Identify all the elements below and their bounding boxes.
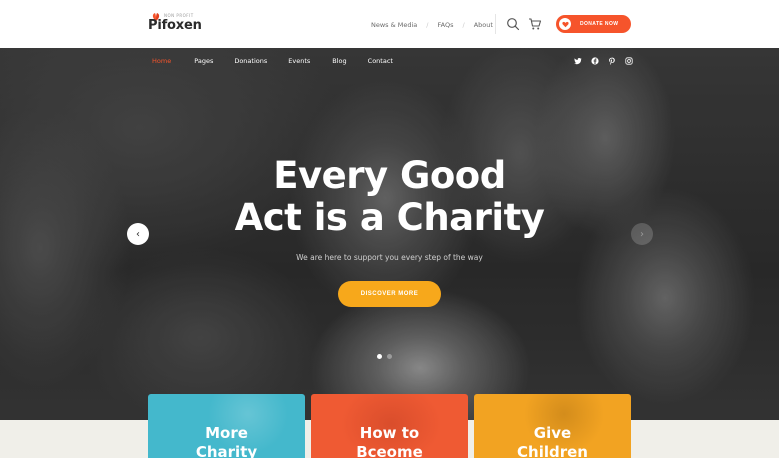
feature-card-more-charity[interactable]: More Charity	[148, 394, 305, 458]
social-links	[574, 57, 633, 65]
hero-subtitle: We are here to support you every step of…	[296, 253, 483, 262]
donate-now-label: DONATE NOW	[580, 21, 619, 27]
slider-next-button[interactable]: ›	[631, 223, 653, 245]
pinterest-icon[interactable]	[608, 57, 616, 65]
top-links: News & Media / FAQs / About	[371, 19, 493, 31]
instagram-icon[interactable]	[625, 57, 633, 65]
slider-dot[interactable]	[387, 354, 392, 359]
nav-item-pages[interactable]: Pages	[194, 57, 213, 65]
hero-title-line-2: Act is a Charity	[234, 196, 545, 239]
toplink-about[interactable]: About	[474, 21, 493, 29]
nav-item-home[interactable]: Home	[152, 57, 171, 65]
logo-wordmark: Pifoxen	[148, 18, 202, 33]
top-header: NON PROFIT Pifoxen News & Media / FAQs /…	[0, 0, 779, 48]
twitter-icon[interactable]	[574, 57, 582, 65]
toplink-separator: /	[462, 21, 465, 29]
toplink-separator: /	[426, 21, 429, 29]
chevron-right-icon: ›	[640, 228, 644, 240]
card-title-line-1: More	[205, 424, 248, 442]
nav-item-contact[interactable]: Contact	[368, 57, 393, 65]
discover-more-button[interactable]: DISCOVER MORE	[338, 281, 441, 307]
hero-slider: Home Pages Donations Events Blog Contact…	[0, 48, 779, 420]
nav-item-blog[interactable]: Blog	[332, 57, 346, 65]
slider-pagination	[377, 354, 392, 359]
donate-now-button[interactable]: DONATE NOW	[556, 15, 631, 33]
facebook-icon[interactable]	[591, 57, 599, 65]
cart-icon[interactable]	[528, 17, 542, 31]
card-title-line-2: Children	[517, 443, 588, 458]
main-nav: Home Pages Donations Events Blog Contact	[152, 56, 393, 66]
card-title: More Charity	[148, 424, 305, 458]
card-title-line-1: How to	[359, 424, 420, 442]
hero-title-line-1: Every Good	[273, 154, 506, 197]
feature-card-give-children[interactable]: Give Children	[474, 394, 631, 458]
nav-item-donations[interactable]: Donations	[234, 57, 267, 65]
card-title: How to Bceome	[311, 424, 468, 458]
card-title-line-2: Charity	[195, 443, 258, 458]
nav-item-events[interactable]: Events	[288, 57, 310, 65]
logo[interactable]: NON PROFIT Pifoxen	[148, 10, 208, 36]
slider-dot-active[interactable]	[377, 354, 382, 359]
search-icon[interactable]	[506, 17, 520, 31]
card-title: Give Children	[474, 424, 631, 458]
toplink-news-media[interactable]: News & Media	[371, 21, 417, 29]
slider-prev-button[interactable]: ‹	[127, 223, 149, 245]
chevron-left-icon: ‹	[136, 228, 140, 240]
header-divider	[495, 14, 496, 34]
heart-icon	[559, 18, 571, 30]
toplink-faqs[interactable]: FAQs	[438, 21, 454, 29]
feature-card-how-to-become[interactable]: How to Bceome	[311, 394, 468, 458]
card-title-line-2: Bceome	[356, 443, 423, 458]
card-title-line-1: Give	[533, 424, 572, 442]
